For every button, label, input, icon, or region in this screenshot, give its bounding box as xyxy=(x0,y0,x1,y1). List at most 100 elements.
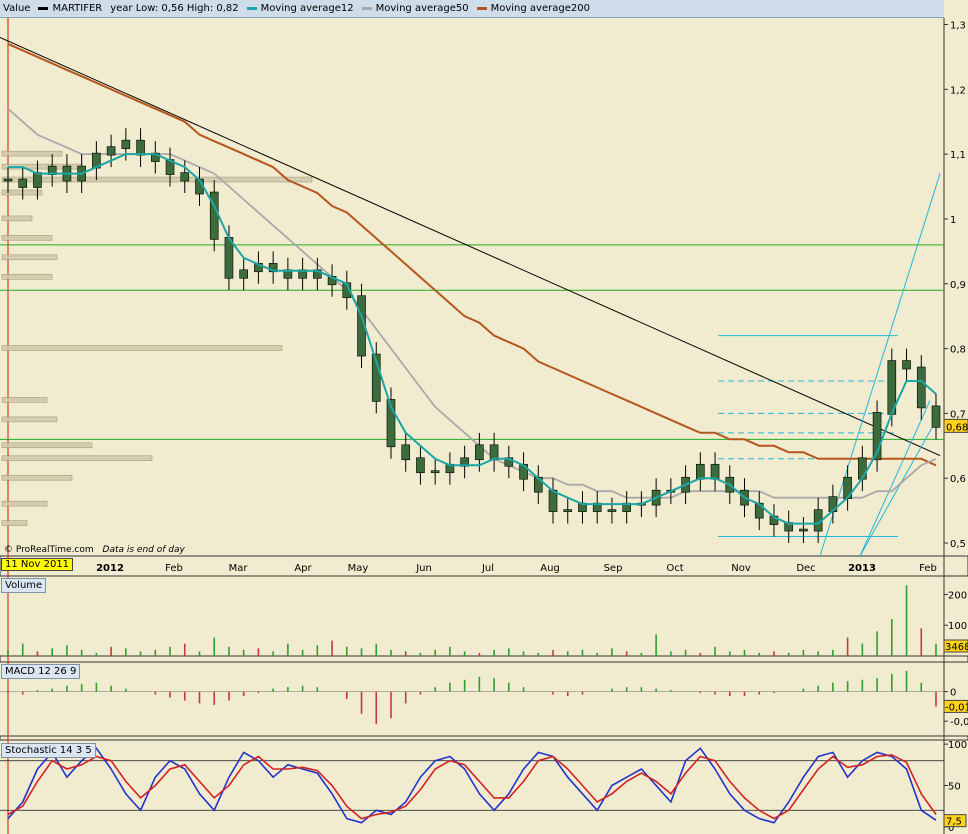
price-last-value-label: 0,68 xyxy=(946,422,968,433)
ma12-line xyxy=(8,153,937,525)
x-tick-label-12: 2013 xyxy=(848,563,876,574)
chart-canvas[interactable]: 1,3 1,2 1,1 1 0,9 0,8 0,7 0,6 0,5 0,68 2012 Feb Mar A… xyxy=(0,0,968,834)
price-bar-51 xyxy=(754,491,764,531)
volume-profile-bar xyxy=(1,274,53,280)
price-bar-59 xyxy=(872,400,882,472)
stochastic-panel-title: Stochastic 14 3 5 xyxy=(1,743,96,758)
price-tick-label-5: 0,8 xyxy=(950,345,966,356)
stochastic-tick-label-0: 100 xyxy=(948,740,967,751)
fan-line-1 xyxy=(859,400,931,557)
price-bar-38 xyxy=(563,497,573,524)
price-bar-61 xyxy=(902,348,911,381)
price-bar-19 xyxy=(283,257,293,291)
macd-tick-label-1: -0,02 xyxy=(950,717,968,728)
price-bar-62 xyxy=(916,355,926,420)
price-tick-label-7: 0,6 xyxy=(950,474,966,485)
volume-profile-bar xyxy=(1,235,53,241)
price-bar-37 xyxy=(548,478,558,524)
ma200-line xyxy=(7,42,937,467)
volume-profile-bar xyxy=(1,150,63,157)
panel-separator-1 xyxy=(0,655,968,663)
price-tick-label-2: 1,1 xyxy=(950,150,966,161)
price-tick-label-6: 0,7 xyxy=(950,409,966,420)
x-tick-label-8: Sep xyxy=(604,563,623,574)
volume-profile-bar xyxy=(1,416,58,423)
price-bar-39 xyxy=(578,491,587,524)
credit-text: © ProRealTime.com xyxy=(4,545,94,555)
cursor-date-box: 11 Nov 2011 xyxy=(1,558,74,571)
footer-credit: © ProRealTime.com Data is end of day xyxy=(4,545,185,555)
price-bar-15 xyxy=(224,225,234,291)
volume-profile-bar xyxy=(1,176,313,183)
stochastic-d-line xyxy=(7,754,937,820)
price-bar-0 xyxy=(3,167,13,194)
price-bar-18 xyxy=(268,251,278,284)
price-bar-47 xyxy=(696,452,705,492)
price-bar-57 xyxy=(843,465,852,511)
x-tick-label-5: Jun xyxy=(415,563,432,574)
x-tick-label-0: 2012 xyxy=(96,563,124,574)
x-tick-label-6: Jul xyxy=(481,563,494,574)
price-bar-33 xyxy=(489,432,499,472)
price-bar-31 xyxy=(460,445,469,479)
x-tick-label-2: Mar xyxy=(229,563,249,574)
data-note: Data is end of day xyxy=(102,545,185,555)
volume-profile-bar xyxy=(1,442,93,449)
volume-profile-bar xyxy=(1,215,33,222)
volume-tick-label-0: 200K xyxy=(948,590,968,601)
price-bar-56 xyxy=(828,484,838,524)
volume-profile-bar xyxy=(1,474,73,481)
volume-profile-bar xyxy=(1,520,28,526)
fan-line-0 xyxy=(819,173,941,557)
x-tick-label-13: Feb xyxy=(919,563,937,574)
price-tick-label-1: 1,2 xyxy=(950,85,966,96)
volume-profile-bar xyxy=(1,397,48,403)
price-bar-28 xyxy=(416,445,425,485)
price-bar-48 xyxy=(710,452,720,492)
price-bar-34 xyxy=(504,445,514,479)
price-bar-30 xyxy=(445,452,455,485)
trendline xyxy=(0,36,941,456)
volume-last-value-label: 3468 xyxy=(945,642,968,653)
price-tick-label-8: 0,5 xyxy=(950,539,966,550)
panel-separator-2 xyxy=(0,735,968,741)
price-bar-27 xyxy=(401,432,411,472)
x-tick-label-11: Dec xyxy=(796,563,815,574)
x-tick-label-7: Aug xyxy=(540,563,560,574)
volume-panel-title: Volume xyxy=(1,578,47,593)
macd-panel-title: MACD 12 26 9 xyxy=(1,664,81,679)
price-tick-label-0: 1,3 xyxy=(950,20,966,31)
price-bar-35 xyxy=(519,452,528,492)
price-bar-14 xyxy=(209,180,219,252)
macd-tick-label-0: 0 xyxy=(950,688,956,699)
price-bar-58 xyxy=(858,445,867,492)
stochastic-last-value-label: 7,5 xyxy=(946,817,962,828)
volume-profile-bar xyxy=(1,254,58,261)
price-bar-17 xyxy=(254,251,263,284)
price-bar-63 xyxy=(931,393,941,440)
x-tick-label-10: Nov xyxy=(731,563,751,574)
price-bar-16 xyxy=(239,257,248,291)
price-bar-29 xyxy=(430,458,440,485)
stochastic-k-line xyxy=(7,747,937,824)
price-bar-9 xyxy=(136,128,145,168)
price-bar-10 xyxy=(151,141,160,174)
price-bar-36 xyxy=(533,465,543,505)
price-tick-label-4: 0,9 xyxy=(950,280,966,291)
price-tick-label-3: 1 xyxy=(950,215,956,226)
price-bar-6 xyxy=(92,141,101,181)
macd-last-value-label: -0,01 xyxy=(945,702,968,713)
volume-profile-bar xyxy=(1,500,48,507)
x-tick-label-4: May xyxy=(348,563,369,574)
price-bar-40 xyxy=(592,491,602,524)
price-bar-22 xyxy=(327,264,337,297)
price-bar-53 xyxy=(784,510,793,544)
x-tick-label-9: Oct xyxy=(666,563,683,574)
x-tick-label-1: Feb xyxy=(165,563,183,574)
stochastic-tick-label-1: 50 xyxy=(948,782,961,793)
price-bar-54 xyxy=(799,517,808,544)
price-bar-52 xyxy=(769,504,779,537)
volume-profile-bar xyxy=(1,345,283,351)
price-bar-20 xyxy=(298,257,307,291)
volume-profile-bar xyxy=(1,455,153,462)
